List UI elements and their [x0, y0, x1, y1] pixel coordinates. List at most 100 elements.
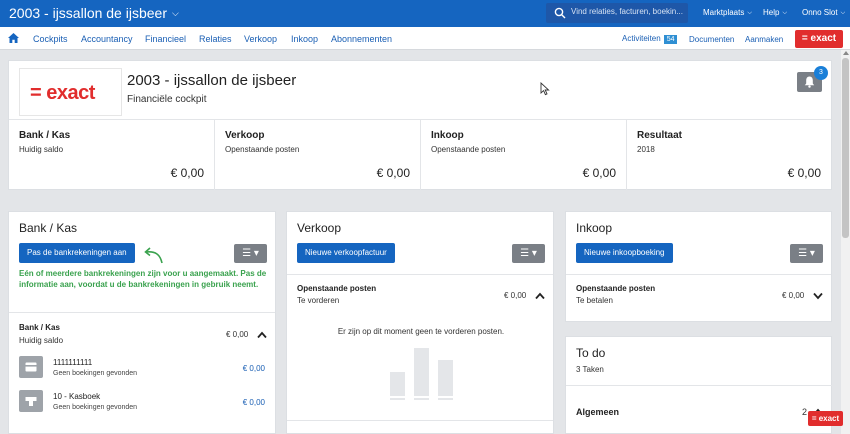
page-scrollbar[interactable]	[841, 50, 850, 434]
todo-section-count: 2	[802, 407, 808, 417]
chevron-down-icon: ⌵	[747, 10, 752, 16]
main-nav: Cockpits Accountancy Financieel Relaties…	[0, 27, 850, 50]
inkoop-panel: Inkoop Nieuwe inkoopboeking ☰ ▾ Openstaa…	[565, 211, 832, 322]
panel-title: Inkoop	[576, 221, 613, 235]
kpi-subtitle: Openstaande posten	[225, 145, 300, 154]
kpi-subtitle: 2018	[637, 145, 655, 154]
bank-account-icon	[19, 356, 43, 378]
purchase-section-title: Openstaande posten	[576, 284, 656, 293]
panel-title: Bank / Kas	[19, 221, 78, 235]
search-icon	[554, 7, 566, 19]
floating-exact-button[interactable]: = exact	[808, 411, 843, 426]
activities-link[interactable]: Activiteiten 54	[622, 34, 678, 44]
kpi-value: € 0,00	[376, 166, 410, 180]
expand-icon[interactable]	[813, 292, 823, 300]
kpi-inkoop[interactable]: Inkoop Openstaande posten € 0,00	[421, 120, 627, 190]
divider	[287, 420, 553, 421]
kpi-subtitle: Huidig saldo	[19, 145, 64, 154]
nav-verkoop[interactable]: Verkoop	[244, 34, 277, 44]
chevron-down-icon: ⌵	[840, 10, 846, 16]
kpi-value: € 0,00	[170, 166, 204, 180]
sales-section-amount: € 0,00	[504, 291, 527, 300]
panel-title: To do	[576, 346, 606, 360]
sales-section-subtitle: Te vorderen	[297, 296, 340, 305]
page-title: 2003 - ijssallon de ijsbeer	[127, 72, 297, 89]
nav-inkoop[interactable]: Inkoop	[291, 34, 318, 44]
purchase-section-amount: € 0,00	[782, 291, 805, 300]
sales-panel-menu-button[interactable]: ☰ ▾	[512, 244, 545, 263]
documents-link[interactable]: Documenten	[689, 35, 734, 44]
menu-user-label: Onno Slot	[802, 8, 838, 17]
cash-book-icon	[19, 390, 43, 412]
page-subtitle: Financiële cockpit	[127, 94, 207, 105]
menu-marktplaats-label: Marktplaats	[703, 8, 745, 17]
cash-book-amount[interactable]: € 0,00	[243, 398, 265, 407]
top-bar: 2003 - ijssallon de ijsbeer ⌵ Vind relati…	[0, 0, 850, 27]
kpi-row: Bank / Kas Huidig saldo € 0,00 Verkoop O…	[9, 119, 831, 191]
purchase-panel-menu-button[interactable]: ☰ ▾	[790, 244, 823, 263]
nav-relaties[interactable]: Relaties	[199, 34, 232, 44]
company-logo: = exact	[19, 68, 122, 116]
verkoop-panel: Verkoop Nieuwe verkoopfactuur ☰ ▾ Openst…	[286, 211, 554, 434]
exact-brand-button[interactable]: = exact	[795, 30, 843, 48]
kpi-title: Resultaat	[637, 130, 683, 141]
kpi-title: Inkoop	[431, 130, 464, 141]
empty-chart-icon	[390, 348, 453, 400]
scroll-up-arrow-icon[interactable]	[843, 51, 849, 55]
kpi-value: € 0,00	[787, 166, 821, 180]
todo-task-count: 3 Taken	[576, 365, 604, 374]
exact-logo-text: = exact	[30, 82, 95, 104]
company-title: 2003 - ijssallon de ijsbeer	[9, 5, 167, 21]
create-menu[interactable]: Aanmaken	[745, 35, 783, 44]
nav-cockpits[interactable]: Cockpits	[33, 34, 68, 44]
bank-account-amount[interactable]: € 0,00	[243, 364, 265, 373]
search-box[interactable]: Vind relaties, facturen, boekin...	[546, 3, 688, 23]
kpi-value: € 0,00	[582, 166, 616, 180]
company-switcher[interactable]: 2003 - ijssallon de ijsbeer ⌵	[9, 5, 179, 21]
home-icon[interactable]	[8, 33, 19, 43]
cash-book-status: Geen boekingen gevonden	[53, 404, 138, 411]
panel-title: Verkoop	[297, 221, 342, 235]
collapse-icon[interactable]	[257, 331, 267, 339]
mouse-cursor-icon	[540, 82, 550, 96]
todo-section-title: Algemeen	[576, 407, 620, 417]
search-placeholder[interactable]: Vind relaties, facturen, boekin...	[571, 7, 683, 16]
activities-label: Activiteiten	[622, 34, 661, 43]
new-sales-invoice-button[interactable]: Nieuwe verkoopfactuur	[297, 243, 395, 263]
edit-bank-accounts-button[interactable]: Pas de bankrekeningen aan	[19, 243, 135, 263]
bank-panel-menu-button[interactable]: ☰ ▾	[234, 244, 267, 263]
bank-account-status: Geen boekingen gevonden	[53, 370, 138, 377]
sales-section-title: Openstaande posten	[297, 284, 377, 293]
divider	[566, 274, 831, 275]
notification-count-badge: 3	[814, 66, 828, 80]
kpi-resultaat[interactable]: Resultaat 2018 € 0,00	[627, 120, 831, 190]
bank-kas-panel: Bank / Kas Pas de bankrekeningen aan ☰ ▾…	[8, 211, 276, 434]
cockpit-header-card: = exact 2003 - ijssallon de ijsbeer Fina…	[8, 60, 832, 190]
sales-empty-message: Er zijn op dit moment geen te vorderen p…	[337, 327, 505, 336]
chevron-down-icon: ⌵	[782, 10, 788, 16]
menu-help[interactable]: Help ⌵	[763, 8, 787, 18]
menu-marktplaats[interactable]: Marktplaats ⌵	[703, 8, 752, 18]
menu-help-label: Help	[763, 8, 780, 17]
menu-user[interactable]: Onno Slot ⌵	[802, 8, 845, 18]
kpi-title: Bank / Kas	[19, 130, 71, 141]
divider	[9, 312, 275, 313]
divider	[566, 385, 833, 386]
collapse-icon[interactable]	[535, 292, 545, 300]
kpi-bank-kas[interactable]: Bank / Kas Huidig saldo € 0,00	[9, 120, 215, 190]
new-purchase-entry-button[interactable]: Nieuwe inkoopboeking	[576, 243, 673, 263]
nav-financieel[interactable]: Financieel	[145, 34, 186, 44]
bank-account-name[interactable]: 1111111111	[53, 358, 92, 367]
scrollbar-thumb[interactable]	[842, 58, 849, 238]
nav-abonnementen[interactable]: Abonnementen	[331, 34, 392, 44]
bank-warning-message: Eén of meerdere bankrekeningen zijn voor…	[19, 269, 267, 289]
activities-count-badge: 54	[663, 35, 678, 44]
todo-panel: To do 3 Taken Algemeen 2	[565, 336, 833, 434]
kpi-verkoop[interactable]: Verkoop Openstaande posten € 0,00	[215, 120, 421, 190]
chevron-down-icon: ⌵	[171, 8, 179, 18]
cash-book-name[interactable]: 10 - Kasboek	[53, 392, 100, 401]
nav-accountancy[interactable]: Accountancy	[81, 34, 133, 44]
purchase-section-subtitle: Te betalen	[576, 296, 613, 305]
arrow-icon	[144, 247, 163, 264]
bell-icon	[804, 76, 815, 88]
